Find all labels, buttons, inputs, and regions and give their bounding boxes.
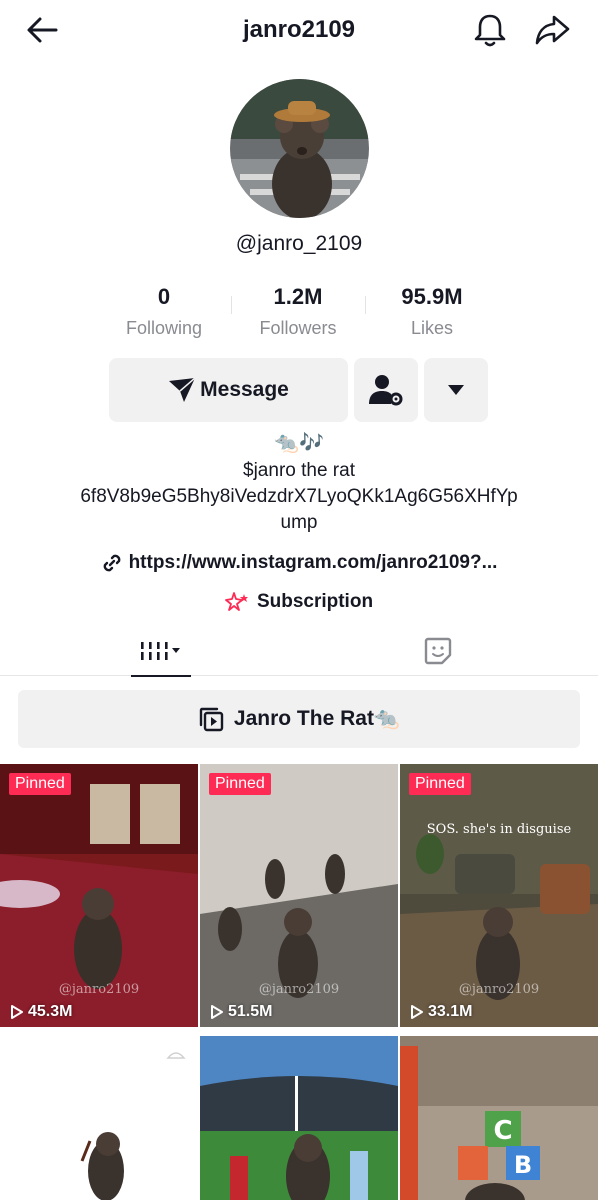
- paper-plane-icon: [169, 377, 196, 402]
- profile-handle: @janro_2109: [235, 232, 363, 255]
- subscription-label: Subscription: [256, 591, 374, 612]
- stat-following[interactable]: 0 Following: [97, 284, 231, 344]
- bio-line: $janro the rat: [243, 460, 355, 481]
- message-label: Message: [200, 378, 289, 401]
- bio-link-text: https://www.instagram.com/janro2109?...: [128, 552, 498, 573]
- top-bar: janro2109: [0, 0, 598, 60]
- bell-icon[interactable]: [470, 12, 510, 48]
- view-count-value: 33.1M: [428, 1003, 473, 1020]
- view-count: 45.3M: [10, 1003, 72, 1021]
- subscription-stars-icon: [225, 592, 248, 611]
- video-thumbnail[interactable]: Pinned SOS. she's in disguise @janro2109…: [400, 764, 598, 1027]
- message-button[interactable]: Message: [109, 358, 348, 422]
- view-count: 51.5M: [210, 1003, 272, 1021]
- svg-text:C: C: [493, 1116, 512, 1146]
- video-thumbnail-image: [200, 1036, 398, 1200]
- video-thumbnail[interactable]: Pinned @janro2109 51.5M: [200, 764, 398, 1027]
- bio-line: 6f8V8b9eG5Bhy8iVedzdrX7LyoQKk1Ag6G56XHfY…: [80, 486, 518, 507]
- video-caption: SOS. she's in disguise: [426, 822, 572, 837]
- stat-label: Following: [125, 318, 203, 338]
- stat-divider: [365, 296, 366, 314]
- active-tab-indicator: [131, 675, 191, 677]
- view-count: 33.1M: [410, 1003, 472, 1021]
- play-outline-icon: [211, 1005, 223, 1019]
- profile-stats: 0 Following 1.2M Followers 95.9M Likes: [97, 284, 501, 344]
- tab-videos[interactable]: [131, 626, 191, 677]
- more-options-button[interactable]: [424, 358, 488, 422]
- stat-label: Followers: [259, 318, 337, 338]
- video-thumbnail-image: C B: [400, 1036, 598, 1200]
- videos-grid-icon: [141, 642, 180, 660]
- pinned-badge: Pinned: [9, 773, 71, 795]
- stat-divider: [231, 296, 232, 314]
- bio-emoji: 🐀🎶: [274, 432, 324, 454]
- svg-text:B: B: [514, 1151, 532, 1179]
- bio-line: ump: [280, 512, 318, 533]
- stat-followers[interactable]: 1.2M Followers: [231, 284, 365, 344]
- share-arrow-icon[interactable]: [532, 12, 572, 48]
- user-settings-icon: [369, 375, 403, 406]
- rat-avatar-image: [230, 79, 369, 218]
- video-watermark: @janro2109: [258, 982, 340, 997]
- stat-label: Likes: [410, 318, 454, 338]
- link-icon: [103, 554, 120, 572]
- play-outline-icon: [11, 1005, 23, 1019]
- bio-link[interactable]: https://www.instagram.com/janro2109?...: [0, 552, 598, 574]
- video-thumbnail[interactable]: [0, 1036, 198, 1200]
- view-count-value: 51.5M: [228, 1003, 273, 1020]
- pinned-badge: Pinned: [409, 773, 471, 795]
- caret-down-icon: [448, 385, 464, 395]
- profile-tabs: [0, 626, 598, 677]
- profile-bio: 🐀🎶 $janro the rat 6f8V8b9eG5Bhy8iVedzdrX…: [40, 430, 558, 536]
- video-thumbnail[interactable]: Pinned @janro2109 45.3M: [0, 764, 198, 1027]
- playlist-button[interactable]: Janro The Rat🐀: [18, 690, 580, 748]
- tab-liked[interactable]: [408, 626, 468, 676]
- playlist-icon: [199, 707, 224, 732]
- stat-value: 95.9M: [401, 284, 463, 309]
- stat-likes: 95.9M Likes: [365, 284, 499, 344]
- stat-value: 0: [157, 284, 171, 309]
- video-watermark: @janro2109: [58, 982, 140, 997]
- video-thumbnail[interactable]: [200, 1036, 398, 1200]
- liked-sticker-icon: [424, 637, 452, 665]
- video-watermark: @janro2109: [458, 982, 540, 997]
- stat-value: 1.2M: [273, 284, 323, 309]
- pinned-badge: Pinned: [209, 773, 271, 795]
- playlist-label: Janro The Rat🐀: [233, 707, 401, 730]
- user-settings-button[interactable]: [354, 358, 418, 422]
- view-count-value: 45.3M: [28, 1003, 73, 1020]
- subscription-link[interactable]: Subscription: [0, 591, 598, 613]
- avatar[interactable]: [230, 79, 369, 218]
- play-outline-icon: [411, 1005, 423, 1019]
- video-thumbnail-image: [0, 1036, 198, 1200]
- video-thumbnail[interactable]: C B: [400, 1036, 598, 1200]
